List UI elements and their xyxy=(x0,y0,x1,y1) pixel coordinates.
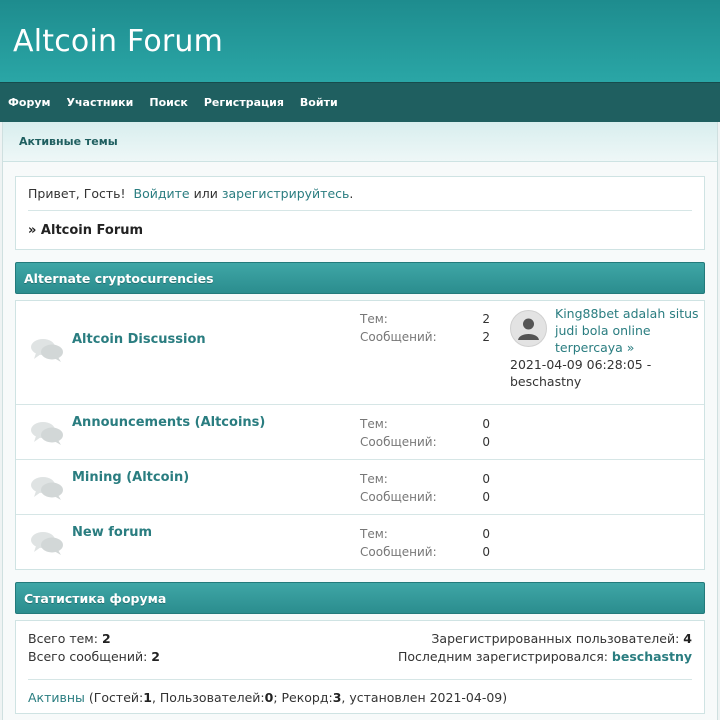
forum-stats-left: Всего тем: 2 Всего сообщений: 2 xyxy=(28,630,160,666)
speech-bubbles-icon xyxy=(31,477,63,500)
topics-count: 0 xyxy=(482,472,490,486)
posts-label: Сообщений: xyxy=(360,545,437,559)
board-row: Altcoin Discussion Тем: 2 Сообщений: 2 Kin… xyxy=(16,301,704,405)
posts-label: Сообщений: xyxy=(360,330,437,344)
active-users-link[interactable]: Активны xyxy=(28,690,85,705)
board-stats: Тем: 0 Сообщений: 0 xyxy=(360,415,490,451)
content-wrap: Активные темы Привет, Гость! Войдите или… xyxy=(2,122,718,720)
record-suffix: , установлен 2021-04-09) xyxy=(341,689,508,705)
forum-stats-header: Статистика форума xyxy=(15,582,705,614)
posts-label: Сообщений: xyxy=(360,435,437,449)
topics-label: Тем: xyxy=(360,527,388,541)
main-nav: Форум Участники Поиск Регистрация Войти xyxy=(0,82,720,122)
total-posts-value: 2 xyxy=(151,649,160,664)
board-name[interactable]: New forum xyxy=(72,525,152,540)
board-list: Altcoin Discussion Тем: 2 Сообщений: 2 Kin… xyxy=(15,300,705,570)
posts-count: 0 xyxy=(482,435,490,449)
speech-bubbles-icon xyxy=(31,532,63,555)
topics-label: Тем: xyxy=(360,472,388,486)
board-name[interactable]: Mining (Altcoin) xyxy=(72,470,189,485)
record-label: ; Рекорд: xyxy=(273,689,333,705)
posts-count: 0 xyxy=(482,545,490,559)
nav-login[interactable]: Войти xyxy=(300,96,338,109)
last-post-date: 2021-04-09 06:28:05 - xyxy=(510,357,652,372)
board-row: New forum Тем: 0 Сообщений: 0 xyxy=(16,515,704,570)
topics-label: Тем: xyxy=(360,417,388,431)
posts-label: Сообщений: xyxy=(360,490,437,504)
subnav: Активные темы xyxy=(3,122,717,162)
record-count: 3 xyxy=(332,689,342,705)
nav-search[interactable]: Поиск xyxy=(149,96,187,109)
registered-label: Зарегистрированных пользователей: xyxy=(431,631,680,646)
online-prefix: (Гостей: xyxy=(88,689,144,705)
board-name[interactable]: Announcements (Altcoins) xyxy=(72,415,265,430)
last-post-arrow[interactable]: » xyxy=(627,340,635,355)
register-link[interactable]: зарегистрируйтесь xyxy=(222,186,350,201)
welcome-box: Привет, Гость! Войдите или зарегистрируй… xyxy=(15,176,705,250)
login-link[interactable]: Войдите xyxy=(134,186,190,201)
board-name[interactable]: Altcoin Discussion xyxy=(72,332,206,347)
board-row: Announcements (Altcoins) Тем: 0 Сообщений… xyxy=(16,405,704,460)
greeting: Привет, Гость! xyxy=(28,186,126,201)
posts-count: 0 xyxy=(482,490,490,504)
board-stats: Тем: 0 Сообщений: 0 xyxy=(360,525,490,561)
board-row: Mining (Altcoin) Тем: 0 Сообщений: 0 xyxy=(16,460,704,515)
forum-stats-top: Всего тем: 2 Всего сообщений: 2 Зарегист… xyxy=(28,621,692,680)
forum-stats-box: Всего тем: 2 Всего сообщений: 2 Зарегист… xyxy=(15,620,705,714)
last-registered-label: Последним зарегистрировался: xyxy=(397,649,608,664)
or-text: или xyxy=(193,186,218,201)
last-registered-user[interactable]: beschastny xyxy=(612,649,692,664)
category-header[interactable]: Alternate cryptocurrencies xyxy=(15,262,705,294)
nav-forum[interactable]: Форум xyxy=(8,96,51,109)
speech-bubbles-icon xyxy=(31,422,63,445)
topics-count: 0 xyxy=(482,527,490,541)
users-count: 0 xyxy=(264,689,274,705)
speech-bubbles-icon xyxy=(31,339,63,362)
welcome-line: Привет, Гость! Войдите или зарегистрируй… xyxy=(28,177,692,211)
users-label: , Пользователей: xyxy=(151,689,265,705)
total-topics-label: Всего тем: xyxy=(28,631,98,646)
topics-label: Тем: xyxy=(360,312,388,326)
board-stats: Тем: 2 Сообщений: 2 xyxy=(360,310,490,346)
board-stats: Тем: 0 Сообщений: 0 xyxy=(360,470,490,506)
topics-count: 2 xyxy=(482,312,490,326)
total-posts-label: Всего сообщений: xyxy=(28,649,148,664)
online-line: Активны (Гостей: 1, Пользователей: 0; Ре… xyxy=(28,680,692,714)
breadcrumb[interactable]: » Altcoin Forum xyxy=(28,211,692,249)
registered-value: 4 xyxy=(683,631,692,646)
last-post-author[interactable]: beschastny xyxy=(510,373,700,390)
total-topics-value: 2 xyxy=(101,631,111,646)
guests-count: 1 xyxy=(143,689,152,705)
topics-count: 0 xyxy=(482,417,490,431)
nav-register[interactable]: Регистрация xyxy=(204,96,284,109)
user-silhouette-icon[interactable] xyxy=(510,310,547,347)
active-topics-link[interactable]: Активные темы xyxy=(19,135,118,148)
nav-members[interactable]: Участники xyxy=(67,96,134,109)
site-title[interactable]: Altcoin Forum xyxy=(13,24,223,59)
last-post: King88bet adalah situs judi bola online … xyxy=(510,305,700,390)
forum-stats-right: Зарегистрированных пользователей: 4 Посл… xyxy=(398,630,692,666)
period: . xyxy=(349,186,354,201)
site-header: Altcoin Forum xyxy=(0,0,720,82)
posts-count: 2 xyxy=(482,330,490,344)
